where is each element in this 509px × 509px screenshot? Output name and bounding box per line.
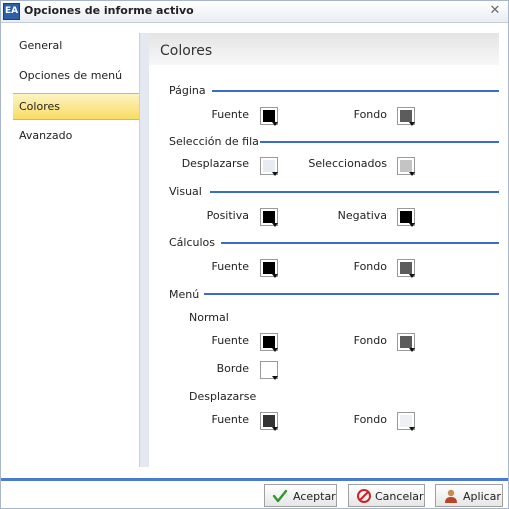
colors-panel-body: Colores Página Fuente Fondo Selección de… bbox=[149, 33, 499, 467]
seleccion-seleccionados-swatch[interactable] bbox=[397, 157, 415, 176]
sidebar: General Opciones de menú Colores Avanzad… bbox=[13, 33, 139, 467]
swatch-fill bbox=[263, 211, 275, 223]
chevron-down-icon bbox=[272, 348, 278, 352]
chevron-down-icon bbox=[409, 274, 415, 278]
swatch-fill bbox=[400, 336, 412, 348]
close-icon[interactable]: ✕ bbox=[489, 4, 501, 17]
section-seleccion-label: Selección de fila bbox=[169, 135, 259, 148]
section-visual-divider bbox=[210, 191, 499, 193]
cancel-icon bbox=[357, 489, 371, 503]
panel-title: Colores bbox=[160, 43, 213, 59]
footer-divider bbox=[1, 478, 508, 481]
visual-positiva-label: Positiva bbox=[206, 209, 249, 222]
menu-normal-fondo-swatch[interactable] bbox=[397, 333, 415, 352]
visual-positiva-swatch[interactable] bbox=[260, 208, 278, 227]
seleccion-seleccionados-label: Seleccionados bbox=[308, 157, 387, 170]
menu-desplazarse-fuente-label: Fuente bbox=[211, 413, 249, 426]
chevron-down-icon bbox=[409, 348, 415, 352]
cancelar-label: Cancelar bbox=[375, 490, 424, 503]
section-pagina-divider bbox=[212, 90, 499, 92]
chevron-down-icon bbox=[272, 427, 278, 431]
visual-negativa-swatch[interactable] bbox=[397, 208, 415, 227]
app-icon: EA bbox=[3, 3, 20, 20]
chevron-down-icon bbox=[272, 376, 278, 380]
menu-normal-fuente-swatch[interactable] bbox=[260, 333, 278, 352]
cancelar-button[interactable]: Cancelar bbox=[348, 484, 425, 507]
calculos-fuente-swatch[interactable] bbox=[260, 259, 278, 278]
swatch-fill bbox=[400, 211, 412, 223]
menu-desplazarse-fuente-swatch[interactable] bbox=[260, 412, 278, 431]
chevron-down-icon bbox=[409, 427, 415, 431]
swatch-fill bbox=[263, 336, 275, 348]
sidebar-item-colores[interactable]: Colores bbox=[13, 93, 139, 120]
calculos-fuente-label: Fuente bbox=[211, 260, 249, 273]
section-calculos-label: Cálculos bbox=[169, 236, 216, 249]
chevron-down-icon bbox=[272, 122, 278, 126]
menu-normal-fondo-label: Fondo bbox=[353, 334, 387, 347]
apply-user-icon bbox=[445, 489, 457, 503]
pagina-fuente-label: Fuente bbox=[211, 108, 249, 121]
chevron-down-icon bbox=[409, 172, 415, 176]
menu-desplazarse-fondo-label: Fondo bbox=[353, 413, 387, 426]
swatch-fill bbox=[263, 110, 275, 122]
section-menu-divider bbox=[204, 293, 499, 295]
menu-normal-fuente-label: Fuente bbox=[211, 334, 249, 347]
title-bar: EA Opciones de informe activo ✕ bbox=[1, 1, 508, 23]
swatch-fill bbox=[400, 262, 412, 274]
sidebar-item-opciones-menu[interactable]: Opciones de menú bbox=[13, 63, 139, 90]
section-pagina-label: Página bbox=[169, 84, 206, 97]
visual-negativa-label: Negativa bbox=[337, 209, 387, 222]
chevron-down-icon bbox=[272, 172, 278, 176]
seleccion-desplazarse-swatch[interactable] bbox=[260, 157, 278, 176]
panel-header: Colores bbox=[149, 33, 499, 65]
window-title: Opciones de informe activo bbox=[24, 4, 194, 17]
swatch-fill bbox=[263, 160, 275, 172]
section-calculos-divider bbox=[221, 242, 499, 244]
swatch-fill bbox=[263, 364, 275, 376]
menu-normal-borde-swatch[interactable] bbox=[260, 361, 278, 380]
section-menu-label: Menú bbox=[169, 288, 200, 301]
calculos-fondo-label: Fondo bbox=[353, 260, 387, 273]
sidebar-item-avanzado[interactable]: Avanzado bbox=[13, 123, 139, 150]
aceptar-button[interactable]: Aceptar bbox=[264, 484, 337, 507]
swatch-fill bbox=[263, 415, 275, 427]
chevron-down-icon bbox=[272, 223, 278, 227]
options-dialog: EA Opciones de informe activo ✕ General … bbox=[0, 0, 509, 509]
chevron-down-icon bbox=[272, 274, 278, 278]
chevron-down-icon bbox=[409, 223, 415, 227]
menu-normal-label: Normal bbox=[189, 311, 229, 324]
section-seleccion-divider bbox=[260, 141, 499, 143]
aplicar-button[interactable]: Aplicar bbox=[435, 484, 503, 507]
aceptar-label: Aceptar bbox=[293, 490, 336, 503]
menu-normal-borde-label: Borde bbox=[216, 362, 249, 375]
pagina-fondo-label: Fondo bbox=[353, 108, 387, 121]
section-visual-label: Visual bbox=[169, 185, 202, 198]
swatch-fill bbox=[263, 262, 275, 274]
calculos-fondo-swatch[interactable] bbox=[397, 259, 415, 278]
colors-panel: Colores Página Fuente Fondo Selección de… bbox=[139, 33, 499, 467]
pagina-fondo-swatch[interactable] bbox=[397, 107, 415, 126]
menu-desplazarse-fondo-swatch[interactable] bbox=[397, 412, 415, 431]
sidebar-item-general[interactable]: General bbox=[13, 33, 139, 60]
swatch-fill bbox=[400, 110, 412, 122]
swatch-fill bbox=[400, 415, 412, 427]
swatch-fill bbox=[400, 160, 412, 172]
aplicar-label: Aplicar bbox=[463, 490, 501, 503]
seleccion-desplazarse-label: Desplazarse bbox=[181, 157, 249, 170]
pagina-fuente-swatch[interactable] bbox=[260, 107, 278, 126]
menu-desplazarse-label: Desplazarse bbox=[189, 390, 257, 403]
chevron-down-icon bbox=[409, 122, 415, 126]
checkmark-icon bbox=[272, 489, 288, 503]
